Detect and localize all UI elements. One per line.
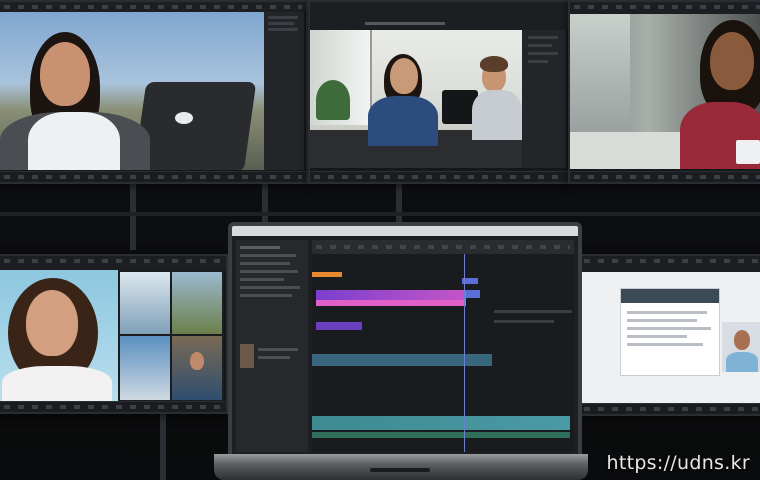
bottom-right-monitor xyxy=(578,254,760,416)
name-tag xyxy=(736,140,760,164)
laptop-in-frame xyxy=(133,82,257,170)
video-frame xyxy=(310,30,522,168)
media-bin xyxy=(236,240,308,452)
white-top xyxy=(2,366,112,402)
watermark: https://udns.kr xyxy=(606,452,750,474)
audio-clip[interactable] xyxy=(312,272,342,277)
video-frame xyxy=(570,14,760,169)
playhead[interactable] xyxy=(464,254,465,452)
video-clip[interactable] xyxy=(316,322,362,330)
top-center-monitor xyxy=(308,0,570,184)
video-clip[interactable] xyxy=(316,290,466,300)
browser-page xyxy=(580,272,760,404)
white-blouse xyxy=(28,112,120,170)
thumbnail[interactable] xyxy=(172,336,222,400)
face xyxy=(710,32,754,90)
desk xyxy=(570,132,690,169)
timeline[interactable] xyxy=(312,240,574,452)
monitor-stand xyxy=(160,410,166,480)
plant xyxy=(316,80,350,120)
title-bar xyxy=(232,226,578,236)
top-left-monitor xyxy=(0,0,308,184)
face xyxy=(40,42,90,106)
audio-clip[interactable] xyxy=(312,416,570,430)
apple-logo-icon xyxy=(175,112,193,124)
blue-top xyxy=(368,96,438,146)
side-panel xyxy=(522,30,566,168)
studio-scene: https://udns.kr xyxy=(0,0,760,480)
thumbnail[interactable] xyxy=(120,272,170,334)
audio-clip[interactable] xyxy=(312,432,570,438)
thumbnail[interactable] xyxy=(172,272,222,334)
laptop-screen xyxy=(228,222,582,458)
video-frame xyxy=(0,12,264,170)
timeline-ruler xyxy=(312,240,574,254)
content-card xyxy=(620,288,720,376)
laptop-base xyxy=(214,454,588,480)
side-panel xyxy=(264,12,304,170)
face xyxy=(26,290,78,356)
thumbnail[interactable] xyxy=(240,344,254,368)
video-frame xyxy=(0,270,118,402)
audio-clip[interactable] xyxy=(312,354,492,366)
laptop-notch xyxy=(370,468,430,472)
thumbnail-grid xyxy=(118,270,224,402)
face xyxy=(390,58,418,94)
thumbnail[interactable] xyxy=(120,336,170,400)
top-right-monitor xyxy=(568,0,760,184)
video-clip[interactable] xyxy=(316,300,466,306)
video-clip[interactable] xyxy=(466,290,480,298)
rig-bar xyxy=(0,212,760,216)
video-inset xyxy=(722,322,760,372)
bottom-left-monitor xyxy=(0,254,228,414)
